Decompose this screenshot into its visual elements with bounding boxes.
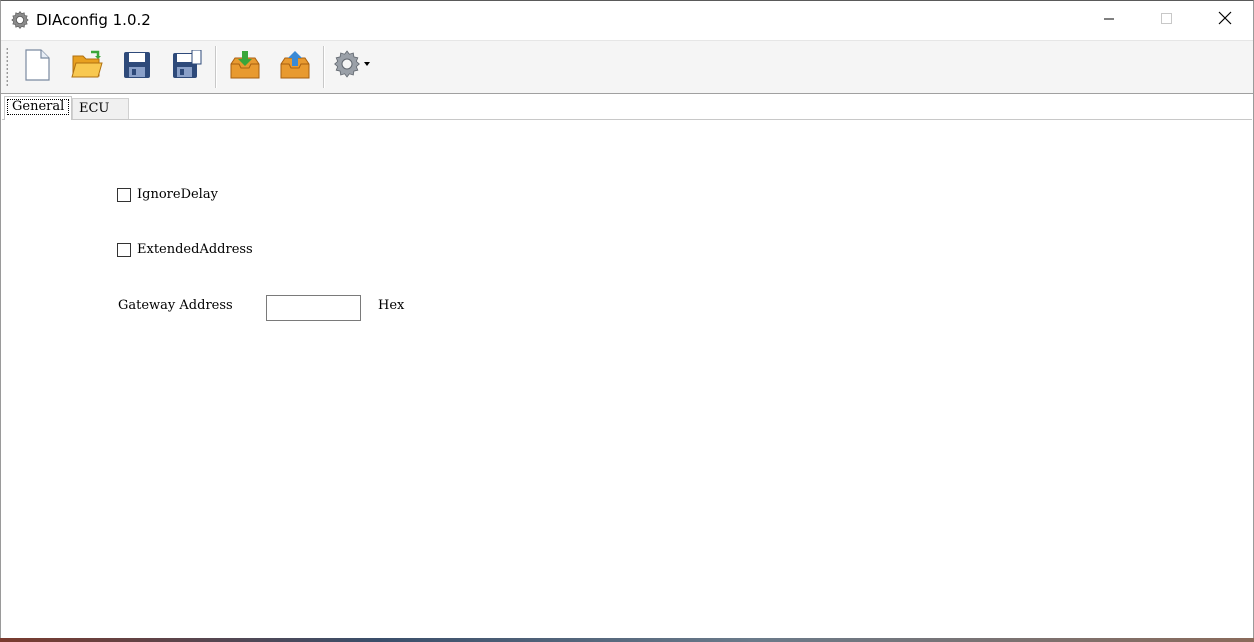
new-document-icon <box>23 48 51 86</box>
ignore-delay-label: IgnoreDelay <box>137 187 218 202</box>
floppy-disk-icon <box>123 51 151 84</box>
close-button[interactable] <box>1196 1 1254 40</box>
hex-unit-label: Hex <box>378 298 405 313</box>
title-bar: DIAconfig 1.0.2 <box>1 1 1253 40</box>
inbox-upload-icon <box>279 50 311 85</box>
save-as-button[interactable] <box>167 47 207 87</box>
toolbar <box>1 40 1253 94</box>
ignore-delay-checkbox-row[interactable]: IgnoreDelay <box>117 187 218 202</box>
open-folder-icon <box>71 50 103 85</box>
extended-address-label: ExtendedAddress <box>137 242 253 257</box>
import-button[interactable] <box>225 47 265 87</box>
toolbar-separator <box>323 46 325 88</box>
settings-dropdown-button[interactable] <box>329 47 375 87</box>
gateway-address-input[interactable] <box>266 295 361 321</box>
gateway-address-label: Gateway Address <box>118 298 233 313</box>
gear-dropdown-icon <box>332 49 372 86</box>
app-window: DIAconfig 1.0.2 General ECU IgnoreDelay … <box>0 0 1254 642</box>
extended-address-checkbox[interactable] <box>117 242 131 257</box>
tab-ecu[interactable]: ECU <box>72 98 129 120</box>
desktop-background-strip <box>0 638 1254 642</box>
gear-icon <box>10 10 30 30</box>
maximize-icon <box>1161 12 1173 30</box>
minimize-icon <box>1103 12 1115 30</box>
window-title: DIAconfig 1.0.2 <box>36 11 151 29</box>
minimize-button[interactable] <box>1080 1 1138 40</box>
floppy-disk-pen-icon <box>172 49 202 85</box>
maximize-button[interactable] <box>1138 1 1196 40</box>
new-file-button[interactable] <box>17 47 57 87</box>
tab-general[interactable]: General <box>4 96 72 120</box>
inbox-download-icon <box>229 50 261 85</box>
tab-ecu-label: ECU <box>79 101 110 116</box>
extended-address-checkbox-row[interactable]: ExtendedAddress <box>117 242 253 257</box>
open-file-button[interactable] <box>67 47 107 87</box>
ignore-delay-checkbox[interactable] <box>117 187 131 202</box>
save-button[interactable] <box>117 47 157 87</box>
toolbar-separator <box>215 46 217 88</box>
tab-general-label: General <box>7 99 70 115</box>
close-icon <box>1218 11 1232 30</box>
toolbar-grip[interactable] <box>6 47 8 87</box>
tab-strip: General ECU <box>1 94 1253 120</box>
export-button[interactable] <box>275 47 315 87</box>
